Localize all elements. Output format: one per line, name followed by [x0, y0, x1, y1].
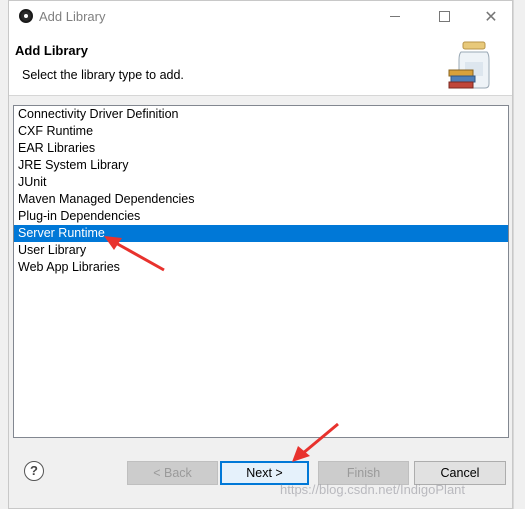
background-ide-right-edge	[513, 0, 525, 509]
page-description: Select the library type to add.	[22, 68, 184, 82]
page-title: Add Library	[15, 43, 88, 58]
library-type-list[interactable]: Connectivity Driver Definition CXF Runtim…	[13, 105, 509, 438]
eclipse-icon	[19, 9, 33, 23]
list-item[interactable]: EAR Libraries	[14, 140, 508, 157]
add-library-dialog: Add Library ✕ Add Library Select the lib…	[8, 0, 513, 509]
list-item[interactable]: User Library	[14, 242, 508, 259]
list-item[interactable]: Connectivity Driver Definition	[14, 106, 508, 123]
back-button[interactable]: < Back	[127, 461, 218, 485]
minimize-button[interactable]	[372, 1, 418, 32]
window-title: Add Library	[39, 9, 106, 24]
close-button[interactable]: ✕	[468, 1, 514, 32]
list-item[interactable]: JUnit	[14, 174, 508, 191]
watermark: https://blog.csdn.net/IndigoPlant	[280, 482, 466, 497]
help-button[interactable]: ?	[24, 461, 44, 481]
list-item[interactable]: Web App Libraries	[14, 259, 508, 276]
list-item[interactable]: CXF Runtime	[14, 123, 508, 140]
maximize-button[interactable]	[421, 1, 467, 32]
button-bar: ? < Back Next > Finish Cancel	[9, 451, 512, 510]
close-icon: ✕	[484, 8, 498, 26]
list-item[interactable]: JRE System Library	[14, 157, 508, 174]
list-item[interactable]: Server Runtime	[14, 225, 508, 242]
title-bar: Add Library ✕	[9, 1, 512, 32]
minimize-icon	[390, 16, 400, 17]
wizard-header: Add Library Select the library type to a…	[9, 32, 512, 96]
library-jar-icon	[448, 41, 490, 89]
maximize-icon	[438, 11, 450, 22]
list-item[interactable]: Maven Managed Dependencies	[14, 191, 508, 208]
list-item[interactable]: Plug-in Dependencies	[14, 208, 508, 225]
